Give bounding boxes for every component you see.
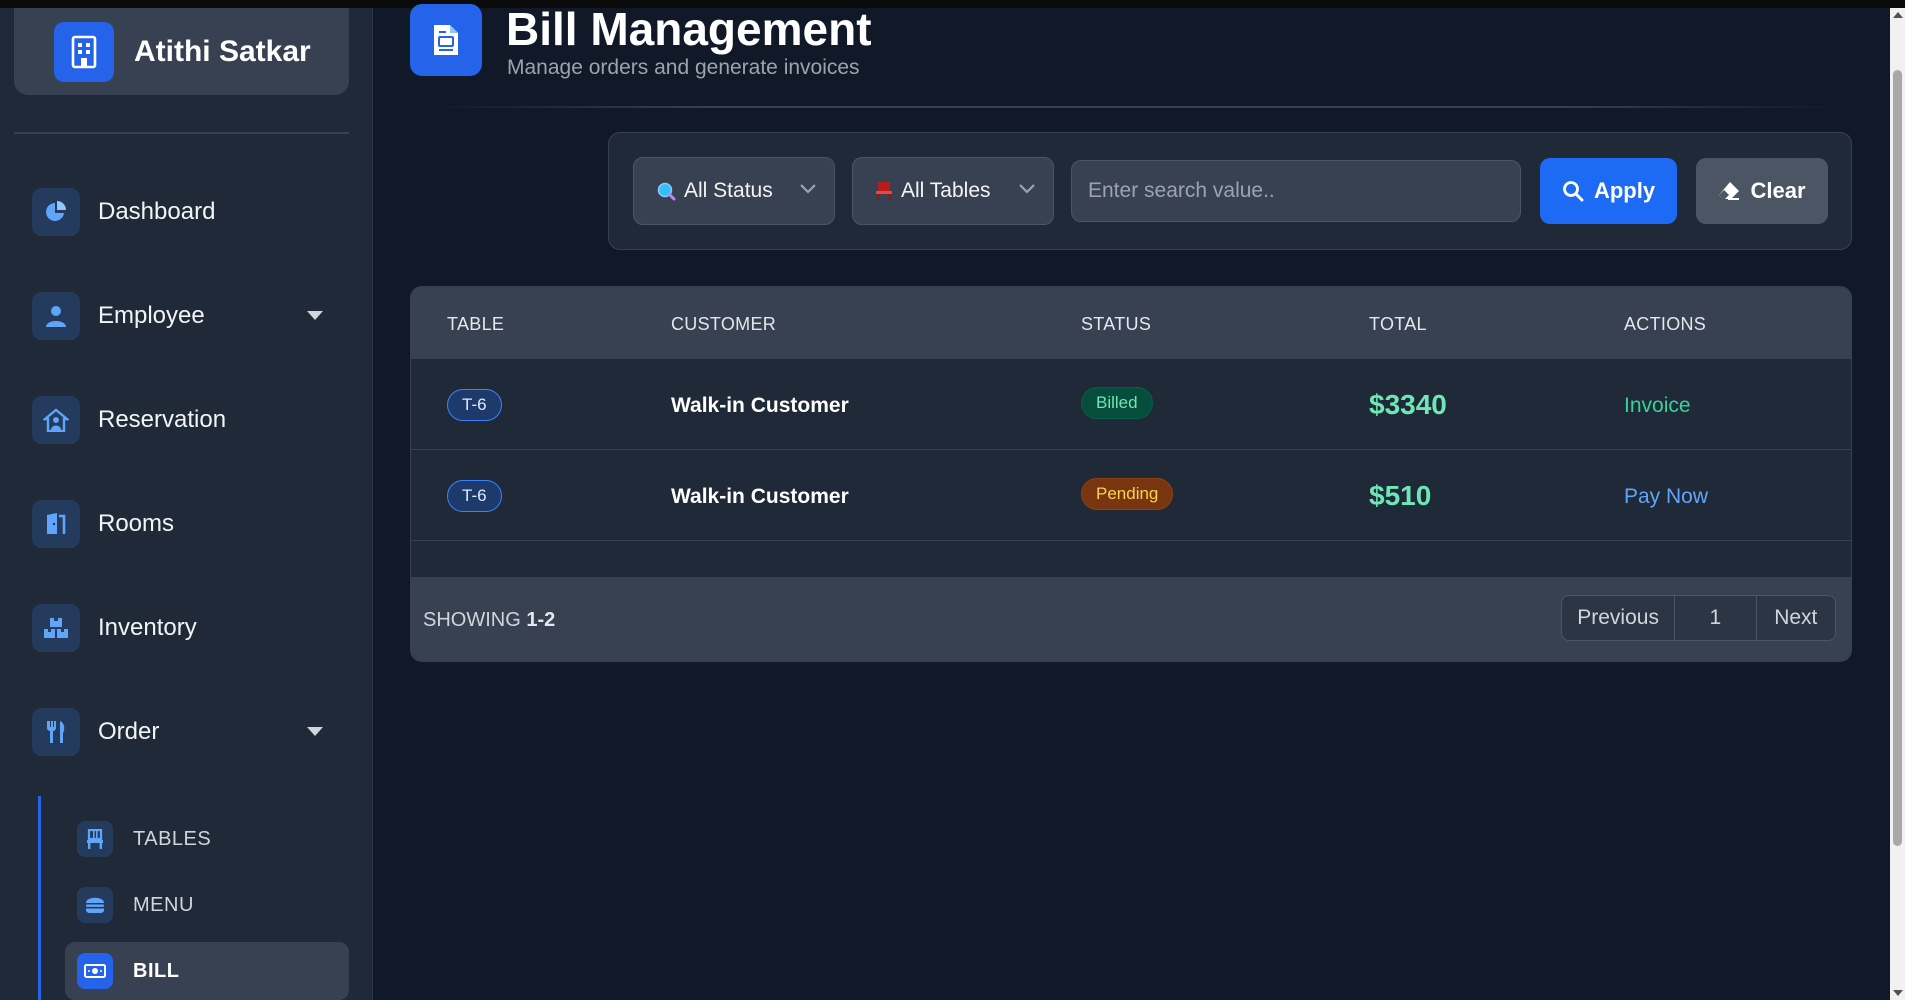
caret-down-icon (307, 311, 323, 320)
column-header-status: STATUS (1081, 314, 1152, 334)
sidebar-subitem-tables[interactable]: TABLES (65, 810, 349, 868)
sidebar: Atithi Satkar Dashboard Employee Reserva… (0, 8, 373, 1000)
page-number-button[interactable]: 1 (1675, 596, 1757, 640)
bills-table: TABLE CUSTOMER STATUS TOTAL ACTIONS T-6 … (410, 286, 1852, 662)
status-filter-select[interactable]: All Status (633, 157, 835, 225)
page-title: Bill Management (506, 3, 872, 55)
invoice-link[interactable]: Invoice (1624, 394, 1691, 418)
chair-icon (876, 182, 892, 200)
page-scrollbar[interactable] (1890, 8, 1905, 1000)
pie-chart-icon (32, 188, 80, 236)
sidebar-item-label: Order (98, 718, 160, 745)
user-icon (32, 292, 80, 340)
search-icon (1562, 180, 1584, 202)
bill-total: $510 (1369, 480, 1432, 511)
chair-icon (77, 821, 113, 857)
sidebar-subitem-menu[interactable]: MENU (65, 876, 349, 934)
burger-icon (77, 887, 113, 923)
table-number-pill: T-6 (447, 480, 502, 512)
money-bill-icon (77, 953, 113, 989)
table-row: T-6 Walk-in Customer Billed $3340 Invoic… (411, 359, 1851, 450)
customer-name: Walk-in Customer (671, 485, 849, 508)
column-header-table: TABLE (447, 314, 505, 334)
header-divider (430, 106, 1840, 108)
boxes-icon (32, 604, 80, 652)
sidebar-item-rooms[interactable]: Rooms (32, 500, 342, 548)
brand[interactable]: Atithi Satkar (14, 8, 349, 95)
submenu-rail (38, 796, 41, 1000)
table-number-pill: T-6 (447, 389, 502, 421)
table-footer: SHOWING 1-2 Previous 1 Next (411, 577, 1851, 661)
page-subtitle: Manage orders and generate invoices (507, 56, 860, 79)
sidebar-item-label: Rooms (98, 510, 175, 537)
caret-down-icon (307, 727, 323, 736)
scroll-up-arrow-icon[interactable] (1893, 12, 1903, 18)
sidebar-divider (14, 132, 349, 134)
window-top-edge (0, 0, 1905, 8)
sidebar-item-dashboard[interactable]: Dashboard (32, 188, 342, 236)
status-filter-value: All Status (684, 179, 773, 202)
apply-button[interactable]: Apply (1540, 158, 1677, 224)
sidebar-item-label: Employee (98, 302, 205, 329)
previous-page-button[interactable]: Previous (1562, 596, 1676, 640)
chevron-down-icon (1019, 184, 1035, 194)
sidebar-item-inventory[interactable]: Inventory (32, 604, 342, 652)
table-filter-select[interactable]: All Tables (852, 157, 1054, 225)
next-page-button[interactable]: Next (1757, 596, 1835, 640)
status-badge: Pending (1081, 478, 1174, 510)
showing-count: SHOWING 1-2 (423, 609, 555, 632)
utensils-icon (32, 708, 80, 756)
apply-label: Apply (1593, 178, 1656, 203)
column-header-customer: CUSTOMER (671, 314, 777, 334)
status-badge: Billed (1081, 387, 1153, 419)
scroll-thumb[interactable] (1893, 70, 1902, 846)
clear-button[interactable]: Clear (1696, 158, 1828, 224)
bill-total: $3340 (1369, 389, 1447, 420)
clear-label: Clear (1750, 178, 1806, 203)
sidebar-item-label: Inventory (98, 614, 197, 641)
filter-bar: All Status All Tables Apply Clear (608, 132, 1852, 250)
sidebar-item-employee[interactable]: Employee (32, 292, 342, 340)
sidebar-subitem-label: BILL (133, 959, 180, 982)
showing-range: 1-2 (526, 609, 556, 631)
sidebar-subitem-label: TABLES (133, 827, 212, 850)
sidebar-subitem-bill[interactable]: BILL (65, 942, 349, 1000)
pagination: Previous 1 Next (1561, 595, 1836, 641)
sidebar-item-label: Reservation (98, 406, 227, 433)
customer-name: Walk-in Customer (671, 394, 849, 417)
chevron-down-icon (800, 184, 816, 194)
column-header-actions: ACTIONS (1624, 314, 1707, 334)
scroll-down-arrow-icon[interactable] (1893, 990, 1903, 996)
building-icon (54, 21, 114, 82)
pay-now-link[interactable]: Pay Now (1624, 485, 1708, 509)
sidebar-item-reservation[interactable]: Reservation (32, 396, 342, 444)
sidebar-item-label: Dashboard (98, 198, 216, 225)
house-user-icon (32, 396, 80, 444)
search-dot-icon (657, 182, 676, 201)
showing-prefix: SHOWING (423, 609, 521, 631)
brand-name: Atithi Satkar (134, 34, 311, 68)
file-invoice-icon (410, 4, 482, 76)
column-header-total: TOTAL (1369, 314, 1427, 334)
table-row: T-6 Walk-in Customer Pending $510 Pay No… (411, 450, 1851, 541)
door-icon (32, 500, 80, 548)
search-input[interactable] (1071, 160, 1521, 222)
table-filter-value: All Tables (901, 179, 991, 202)
sidebar-subitem-label: MENU (133, 893, 194, 916)
table-header: TABLE CUSTOMER STATUS TOTAL ACTIONS (411, 287, 1851, 359)
eraser-icon (1718, 181, 1740, 201)
sidebar-item-order[interactable]: Order (32, 708, 342, 756)
